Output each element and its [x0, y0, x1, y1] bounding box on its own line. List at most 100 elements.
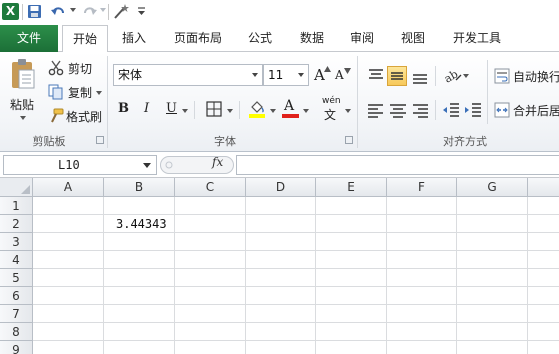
phonetic-button[interactable]: wén 文 — [321, 96, 343, 122]
tab-file[interactable]: 文件 — [0, 25, 58, 52]
underline-dropdown-icon[interactable] — [182, 109, 188, 113]
column-header-b[interactable]: B — [104, 178, 175, 197]
name-box-value: L10 — [58, 158, 80, 172]
row-header-4[interactable]: 4 — [0, 251, 33, 269]
column-header-e[interactable]: E — [316, 178, 387, 197]
tab-developer[interactable]: 开发工具 — [444, 25, 510, 52]
copy-dropdown-icon — [96, 91, 102, 95]
decrease-font-button[interactable]: A — [334, 66, 352, 84]
row-header-1[interactable]: 1 — [0, 197, 33, 215]
tab-home[interactable]: 开始 — [62, 25, 108, 53]
merge-center-label: 合并后居 — [513, 104, 559, 118]
font-tools-divider — [239, 101, 240, 119]
tab-view[interactable]: 视图 — [392, 25, 434, 52]
undo-icon[interactable] — [50, 3, 66, 20]
decrease-indent-icon[interactable] — [441, 100, 461, 120]
undo-dropdown-icon[interactable] — [70, 8, 76, 12]
font-group-label: 字体 — [214, 135, 236, 148]
cell-b2[interactable]: 3.44343 — [116, 215, 167, 233]
column-header-g[interactable]: G — [457, 178, 528, 197]
name-box[interactable]: L10 — [3, 155, 157, 175]
redo-dropdown-icon[interactable] — [100, 8, 106, 12]
row-gridline — [33, 268, 559, 269]
macro-wand-icon[interactable] — [112, 3, 130, 20]
paste-icon — [12, 59, 35, 89]
borders-icon[interactable] — [206, 101, 222, 117]
row-header-8[interactable]: 8 — [0, 323, 33, 341]
copy-button[interactable]: 复制 — [46, 82, 104, 102]
increase-font-button[interactable]: A — [313, 66, 331, 84]
redo-icon[interactable] — [82, 3, 98, 20]
tab-formulas[interactable]: 公式 — [240, 25, 280, 52]
toolbar-divider — [108, 4, 109, 20]
insert-function-button[interactable]: fx — [212, 155, 223, 169]
font-color-dropdown-icon[interactable] — [303, 109, 309, 113]
wrap-text-button[interactable]: 自动换行 — [494, 66, 559, 86]
column-gridline — [386, 197, 387, 354]
font-size-dropdown-icon — [298, 73, 304, 77]
merge-center-icon — [494, 102, 510, 118]
font-launcher-icon[interactable] — [345, 136, 353, 144]
decrease-font-icon: A — [335, 68, 344, 82]
paste-label: 粘贴 — [10, 98, 35, 112]
phonetic-dropdown-icon[interactable] — [345, 109, 351, 113]
tab-insert[interactable]: 插入 — [112, 25, 156, 52]
customize-toolbar-icon[interactable] — [137, 3, 146, 20]
align-left-icon[interactable] — [366, 100, 386, 120]
align-middle-button[interactable] — [387, 66, 407, 86]
format-painter-button[interactable]: 格式刷 — [46, 106, 104, 126]
row-header-6[interactable]: 6 — [0, 287, 33, 305]
select-all-button[interactable] — [0, 178, 33, 197]
formula-bar: L10 fx — [0, 152, 559, 178]
italic-button[interactable]: I — [144, 101, 149, 116]
toolbar-divider — [22, 4, 23, 20]
orientation-icon[interactable]: ab — [443, 66, 463, 86]
formula-input[interactable] — [236, 155, 559, 175]
align-top-icon[interactable] — [366, 66, 386, 86]
font-name-dropdown-icon — [252, 73, 258, 77]
worksheet-grid[interactable]: ABCDEFG 123456789 3.44343 — [0, 178, 559, 354]
font-size-select[interactable]: 11 — [263, 64, 309, 86]
column-header-a[interactable]: A — [33, 178, 104, 197]
column-gridline — [527, 197, 528, 354]
ribbon-home: 粘贴 剪切 复制 格式刷 剪贴板 宋体 11 A A B I U A wén 文… — [0, 52, 559, 152]
font-color-button[interactable]: A — [282, 98, 300, 119]
alignment-tools-divider — [435, 66, 436, 86]
underline-button[interactable]: U — [166, 101, 177, 116]
excel-logo-icon[interactable]: X — [2, 3, 19, 20]
align-center-icon[interactable] — [388, 100, 408, 120]
fill-color-icon[interactable] — [248, 99, 266, 119]
group-divider — [357, 56, 358, 148]
column-gridline — [103, 197, 104, 354]
column-gridline — [245, 197, 246, 354]
borders-dropdown-icon[interactable] — [227, 109, 233, 113]
row-header-9[interactable]: 9 — [0, 341, 33, 354]
fill-color-dropdown-icon[interactable] — [270, 109, 276, 113]
orientation-dropdown-icon[interactable] — [463, 74, 469, 78]
align-right-icon[interactable] — [410, 100, 430, 120]
clipboard-launcher-icon[interactable] — [96, 136, 104, 144]
row-gridline — [33, 286, 559, 287]
tab-page-layout[interactable]: 页面布局 — [166, 25, 230, 52]
tab-review[interactable]: 审阅 — [341, 25, 383, 52]
cut-button[interactable]: 剪切 — [46, 58, 104, 78]
column-header-overflow[interactable] — [528, 178, 559, 197]
tab-data[interactable]: 数据 — [291, 25, 333, 52]
column-header-f[interactable]: F — [387, 178, 457, 197]
row-header-3[interactable]: 3 — [0, 233, 33, 251]
merge-center-button[interactable]: 合并后居 — [494, 100, 559, 120]
save-icon[interactable] — [27, 3, 42, 20]
paste-button[interactable]: 粘贴 — [4, 56, 42, 122]
row-header-5[interactable]: 5 — [0, 269, 33, 287]
row-header-2[interactable]: 2 — [0, 215, 33, 233]
increase-indent-icon[interactable] — [463, 100, 483, 120]
column-header-d[interactable]: D — [246, 178, 316, 197]
font-name-select[interactable]: 宋体 — [113, 64, 263, 86]
up-arrow-icon — [324, 66, 331, 72]
phonetic-char: 文 — [324, 108, 337, 122]
bold-button[interactable]: B — [118, 101, 129, 116]
align-bottom-icon[interactable] — [410, 66, 430, 86]
column-header-c[interactable]: C — [175, 178, 246, 197]
format-painter-icon — [51, 108, 64, 123]
row-header-7[interactable]: 7 — [0, 305, 33, 323]
